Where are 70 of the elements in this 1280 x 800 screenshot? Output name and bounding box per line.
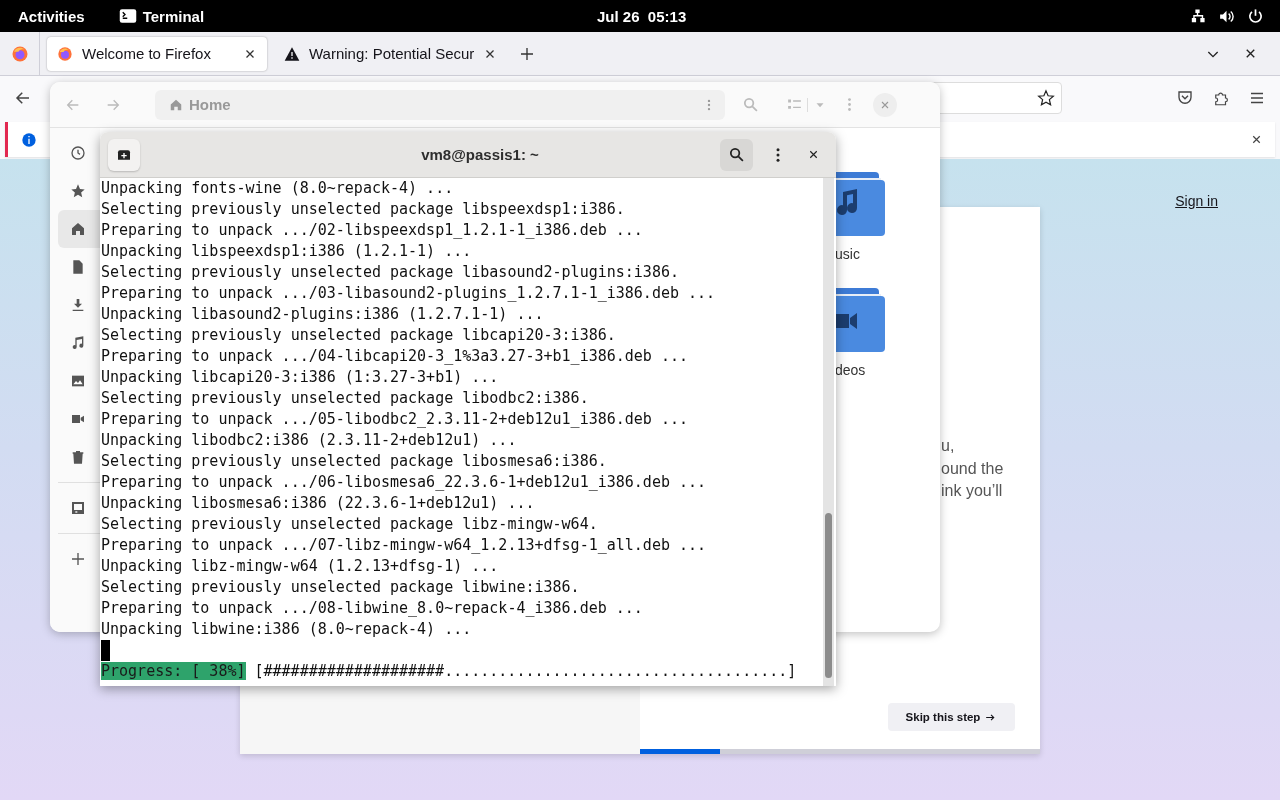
body-text: ound the xyxy=(941,458,1005,479)
home-icon xyxy=(169,97,183,112)
close-icon[interactable] xyxy=(1250,133,1263,146)
tab[interactable]: Welcome to Firefox xyxy=(47,36,267,71)
progress-label: Progress: [ 38%] xyxy=(101,662,246,680)
scrollbar[interactable] xyxy=(823,178,834,686)
terminal-line: Unpacking libz-mingw-w64 (1.2.13+dfsg-1) ... xyxy=(101,556,500,577)
terminal-line: Preparing to unpack .../06-libosmesa6_22.3.6-1+deb12u1_i386.deb ... xyxy=(101,472,708,493)
clock[interactable]: Jul 26 05:13 xyxy=(597,7,687,25)
terminal-line: Selecting previously unselected package libspeexdsp1:i386. xyxy=(101,199,626,220)
star-icon xyxy=(70,183,86,199)
body-text: u, xyxy=(941,436,956,456)
info-icon xyxy=(21,131,37,148)
terminal-line: Selecting previously unselected package libwine:i386. xyxy=(101,577,581,598)
app-menu[interactable]: Terminal xyxy=(118,7,205,25)
home-icon xyxy=(70,221,86,237)
browser-logo-icon xyxy=(57,45,73,62)
terminal-line: Selecting previously unselected package libosmesa6:i386. xyxy=(101,451,608,472)
power-icon[interactable] xyxy=(1247,7,1264,25)
terminal-line: Selecting previously unselected package libz-mingw-w64. xyxy=(101,514,599,535)
network-icon[interactable] xyxy=(1189,7,1206,25)
terminal-line: Unpacking libspeexdsp1:i386 (1.2.1-1) ... xyxy=(101,241,473,262)
search-icon xyxy=(728,146,745,163)
document-icon xyxy=(70,259,86,275)
terminal-line: Preparing to unpack .../03-libasound2-plugins_1.2.7.1-1_i386.deb ... xyxy=(101,283,717,304)
window-title: vm8@passis1: ~ xyxy=(420,146,540,163)
terminal-line: Unpacking fonts-wine (8.0~repack-4) ... xyxy=(101,178,455,199)
terminal-line: Preparing to unpack .../02-libspeexdsp1_1.2.1-1_i386.deb ... xyxy=(101,220,644,241)
new-tab-icon[interactable] xyxy=(519,45,536,62)
clock-icon xyxy=(70,145,86,161)
scrollbar-thumb[interactable] xyxy=(825,513,832,678)
terminal-line: Preparing to unpack .../05-libodbc2_2.3.11-2+deb12u1_i386.deb ... xyxy=(101,409,689,430)
warning-icon xyxy=(284,45,300,62)
folder-label[interactable]: deos xyxy=(835,362,940,378)
folder-label[interactable]: usic xyxy=(835,246,940,262)
terminal-line: Preparing to unpack .../08-libwine_8.0~repack-4_i386.deb ... xyxy=(101,598,644,619)
trash-icon xyxy=(70,449,86,465)
browser-logo-icon[interactable] xyxy=(10,44,29,63)
progress-bar-text: [####################......................................] xyxy=(254,662,797,680)
sidebar-item[interactable] xyxy=(58,210,100,248)
new-tab-button[interactable] xyxy=(108,138,140,171)
terminal-line: Selecting previously unselected package libodbc2:i386. xyxy=(101,388,590,409)
terminal-line: Unpacking libasound2-plugins:i386 (1.2.7.1-1) ... xyxy=(101,304,545,325)
pocket-icon[interactable] xyxy=(1176,89,1194,107)
activities-button[interactable]: Activities xyxy=(18,7,85,25)
back-icon[interactable] xyxy=(14,89,32,107)
picture-icon xyxy=(70,373,86,389)
terminal-line: Preparing to unpack .../07-libz-mingw-w64_1.2.13+dfsg-1_all.deb ... xyxy=(101,535,708,556)
terminal-line: Unpacking libcapi20-3:i386 (1:3.27-3+b1) ... xyxy=(101,367,500,388)
terminal-line: Selecting previously unselected package libasound2-plugins:i386. xyxy=(101,262,680,283)
music-note-icon xyxy=(70,335,86,351)
download-icon xyxy=(70,297,86,313)
terminal-icon xyxy=(118,7,137,25)
folder-icon[interactable] xyxy=(835,286,885,352)
puzzle-icon[interactable] xyxy=(1212,89,1230,107)
sign-in-link[interactable]: Sign in xyxy=(1175,193,1218,209)
tab[interactable]: Warning: Potential Secur xyxy=(274,36,508,71)
plus-icon xyxy=(70,551,86,567)
star-icon[interactable] xyxy=(1037,89,1055,107)
folder-icon[interactable] xyxy=(835,170,885,236)
terminal-line: Unpacking libodbc2:i386 (2.3.11-2+deb12u1) ... xyxy=(101,430,518,451)
skip-button[interactable]: Skip this step xyxy=(888,703,1015,731)
terminal-line: Unpacking libwine:i386 (8.0~repack-4) ... xyxy=(101,619,473,640)
terminal-line: Preparing to unpack .../04-libcapi20-3_1%3a3.27-3+b1_i386.deb ... xyxy=(101,346,689,367)
terminal-line: Selecting previously unselected package libcapi20-3:i386. xyxy=(101,325,617,346)
terminal-line: Unpacking libosmesa6:i386 (22.3.6-1+deb12u1) ... xyxy=(101,493,536,514)
body-text: ink you’ll xyxy=(941,481,1004,501)
drive-icon xyxy=(70,500,86,516)
text-cursor xyxy=(101,640,110,661)
search-button[interactable] xyxy=(720,138,753,171)
